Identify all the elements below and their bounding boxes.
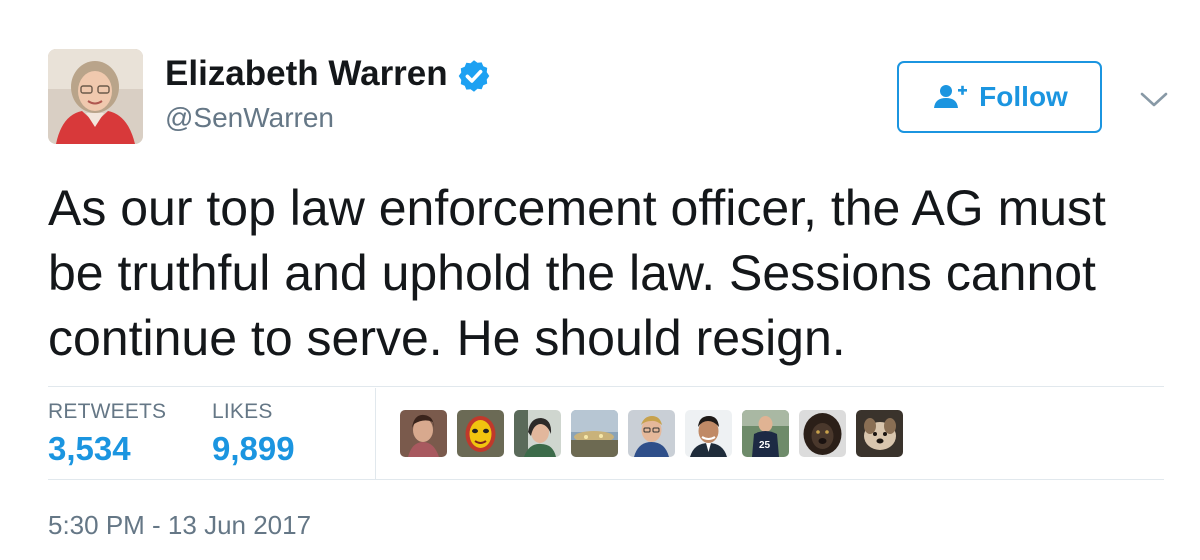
liker-avatar[interactable] bbox=[799, 410, 846, 457]
follow-button-label: Follow bbox=[979, 81, 1068, 112]
liker-avatar-5-icon bbox=[628, 410, 675, 457]
liker-avatar-6-icon bbox=[685, 410, 732, 457]
add-user-icon bbox=[934, 85, 968, 108]
svg-text:25: 25 bbox=[759, 440, 771, 451]
author-name[interactable]: Elizabeth Warren bbox=[165, 54, 448, 94]
profile-photo-icon bbox=[48, 49, 143, 144]
author-handle[interactable]: @SenWarren bbox=[165, 102, 334, 134]
liker-avatar[interactable] bbox=[457, 410, 504, 457]
liker-avatar-2-icon bbox=[457, 410, 504, 457]
liker-avatar-7-icon: 25 bbox=[742, 410, 789, 457]
verified-badge-icon bbox=[458, 60, 490, 92]
retweets-label: RETWEETS bbox=[48, 400, 167, 423]
liker-avatar[interactable] bbox=[514, 410, 561, 457]
stats-separator bbox=[375, 388, 376, 479]
tweet-timestamp[interactable]: 5:30 PM - 13 Jun 2017 bbox=[48, 510, 311, 541]
author-avatar[interactable] bbox=[48, 49, 143, 144]
divider bbox=[48, 386, 1164, 387]
liker-avatar-3-icon bbox=[514, 410, 561, 457]
likes-count: 9,899 bbox=[212, 430, 295, 467]
retweets-stat[interactable]: RETWEETS 3,534 bbox=[48, 400, 166, 468]
divider bbox=[48, 479, 1164, 480]
liker-avatar-1-icon bbox=[400, 410, 447, 457]
chevron-down-icon[interactable] bbox=[1138, 88, 1170, 112]
liker-avatar[interactable] bbox=[400, 410, 447, 457]
liker-avatar[interactable] bbox=[856, 410, 903, 457]
retweets-count: 3,534 bbox=[48, 430, 131, 467]
liker-avatar[interactable]: 25 bbox=[742, 410, 789, 457]
liker-avatar-9-icon bbox=[856, 410, 903, 457]
likers-list: 25 bbox=[400, 410, 903, 457]
likes-label: LIKES bbox=[212, 400, 273, 423]
tweet-card: Elizabeth Warren @SenWarren Follow As ou… bbox=[0, 0, 1200, 560]
liker-avatar[interactable] bbox=[571, 410, 618, 457]
liker-avatar-4-icon bbox=[571, 410, 618, 457]
tweet-text: As our top law enforcement officer, the … bbox=[48, 180, 1106, 366]
liker-avatar-8-icon bbox=[799, 410, 846, 457]
likes-stat[interactable]: LIKES 9,899 bbox=[212, 400, 295, 468]
liker-avatar[interactable] bbox=[628, 410, 675, 457]
follow-button[interactable]: Follow bbox=[897, 61, 1102, 133]
liker-avatar[interactable] bbox=[685, 410, 732, 457]
